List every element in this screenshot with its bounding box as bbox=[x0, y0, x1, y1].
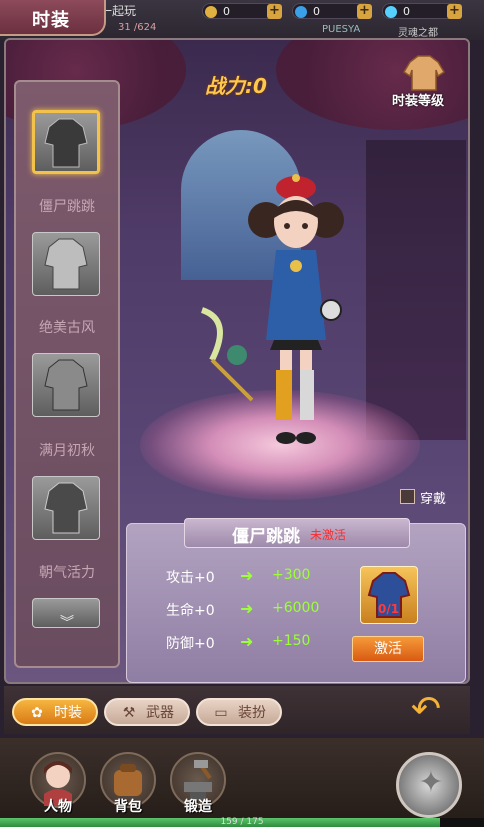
currency-gem: 0 + bbox=[292, 3, 372, 19]
arrow-right-icon: ➜ bbox=[240, 632, 254, 651]
outfit-item-3-label[interactable]: 满月初秋 bbox=[17, 440, 117, 460]
wear-checkbox[interactable] bbox=[400, 489, 415, 504]
outfit-item-2-label[interactable]: 绝美古风 bbox=[17, 317, 117, 337]
outfit-autumn-icon bbox=[44, 359, 88, 411]
back-arrow-icon[interactable]: ↶ bbox=[404, 690, 448, 730]
stat-hp-bonus: +6000 bbox=[272, 600, 320, 616]
outfit-detail-name: 僵尸跳跳 bbox=[232, 527, 300, 547]
outfit-item-4-thumb[interactable] bbox=[32, 476, 100, 540]
tab-decoration[interactable]: ▭ 装扮 bbox=[196, 698, 282, 726]
currency-gold-value: 0 bbox=[223, 5, 230, 18]
stat-defense-label: 防御+0 bbox=[166, 636, 215, 652]
stat-attack-label: 攻击+0 bbox=[166, 570, 215, 586]
weapon-icon: ⚒ bbox=[122, 705, 136, 721]
combat-power: 战力:0 bbox=[205, 74, 267, 98]
wear-label[interactable]: 穿戴 bbox=[420, 488, 446, 507]
outfit-jiangshi-icon bbox=[44, 118, 88, 168]
shirt-icon: ✿ bbox=[31, 705, 43, 721]
outfit-level-icon[interactable] bbox=[402, 54, 446, 92]
outfit-item-1-thumb[interactable] bbox=[32, 110, 100, 174]
header-partial-name: PUESYA bbox=[322, 24, 361, 35]
scythe-weapon bbox=[200, 307, 254, 402]
add-gem-button[interactable]: + bbox=[357, 4, 372, 19]
tab-outfit[interactable]: ✿ 时装 bbox=[12, 698, 98, 726]
window-title: 时装 bbox=[32, 10, 70, 31]
outfit-level-label[interactable]: 时装等级 bbox=[392, 90, 444, 109]
stat-attack-bonus: +300 bbox=[272, 567, 311, 583]
currency-gem-value: 0 bbox=[313, 5, 320, 18]
tab-weapon-label: 武器 bbox=[146, 705, 174, 721]
blue-gem-icon bbox=[295, 6, 307, 18]
compass-icon: ✦ bbox=[418, 765, 444, 800]
outfit-energetic-icon bbox=[44, 482, 88, 534]
outfit-item-4-label[interactable]: 朝气活力 bbox=[17, 562, 117, 582]
add-gold-button[interactable]: + bbox=[267, 4, 282, 19]
stat-defense-bonus: +150 bbox=[272, 633, 311, 649]
scroll-down-indicator[interactable]: ︾ bbox=[30, 616, 104, 632]
activate-button[interactable]: 激活 bbox=[352, 636, 424, 662]
outfit-item-1-label[interactable]: 僵尸跳跳 bbox=[17, 196, 117, 216]
header-partial-count: 31 /624 bbox=[118, 22, 157, 33]
window-title-tab: 时装 bbox=[0, 0, 106, 36]
outfit-detail-status: 未激活 bbox=[310, 528, 347, 542]
bag-button-label[interactable]: 背包 bbox=[98, 796, 158, 816]
header-partial-location: 灵魂之都 bbox=[398, 28, 438, 39]
gold-coin-icon bbox=[205, 6, 217, 18]
currency-diamond: 0 + bbox=[382, 3, 462, 19]
outfit-item-3-thumb[interactable] bbox=[32, 353, 100, 417]
tab-weapon[interactable]: ⚒ 武器 bbox=[104, 698, 190, 726]
stat-hp-label: 生命+0 bbox=[166, 603, 215, 619]
tab-decoration-label: 装扮 bbox=[238, 705, 266, 721]
diamond-icon bbox=[385, 6, 397, 18]
currency-diamond-value: 0 bbox=[403, 5, 410, 18]
outfit-classic-icon bbox=[44, 238, 88, 290]
required-item-count: 0/1 bbox=[378, 602, 400, 616]
arrow-right-icon: ➜ bbox=[240, 599, 254, 618]
forge-button-label[interactable]: 锻造 bbox=[168, 796, 228, 816]
exp-text: 159 / 175 bbox=[220, 817, 264, 827]
outfit-item-2-thumb[interactable] bbox=[32, 232, 100, 296]
currency-gold: 0 + bbox=[202, 3, 282, 19]
decoration-icon: ▭ bbox=[214, 705, 228, 721]
background-pillar bbox=[366, 140, 466, 440]
arrow-right-icon: ➜ bbox=[240, 566, 254, 585]
character-button-label[interactable]: 人物 bbox=[28, 796, 88, 816]
add-diamond-button[interactable]: + bbox=[447, 4, 462, 19]
tab-outfit-label: 时装 bbox=[54, 705, 82, 721]
